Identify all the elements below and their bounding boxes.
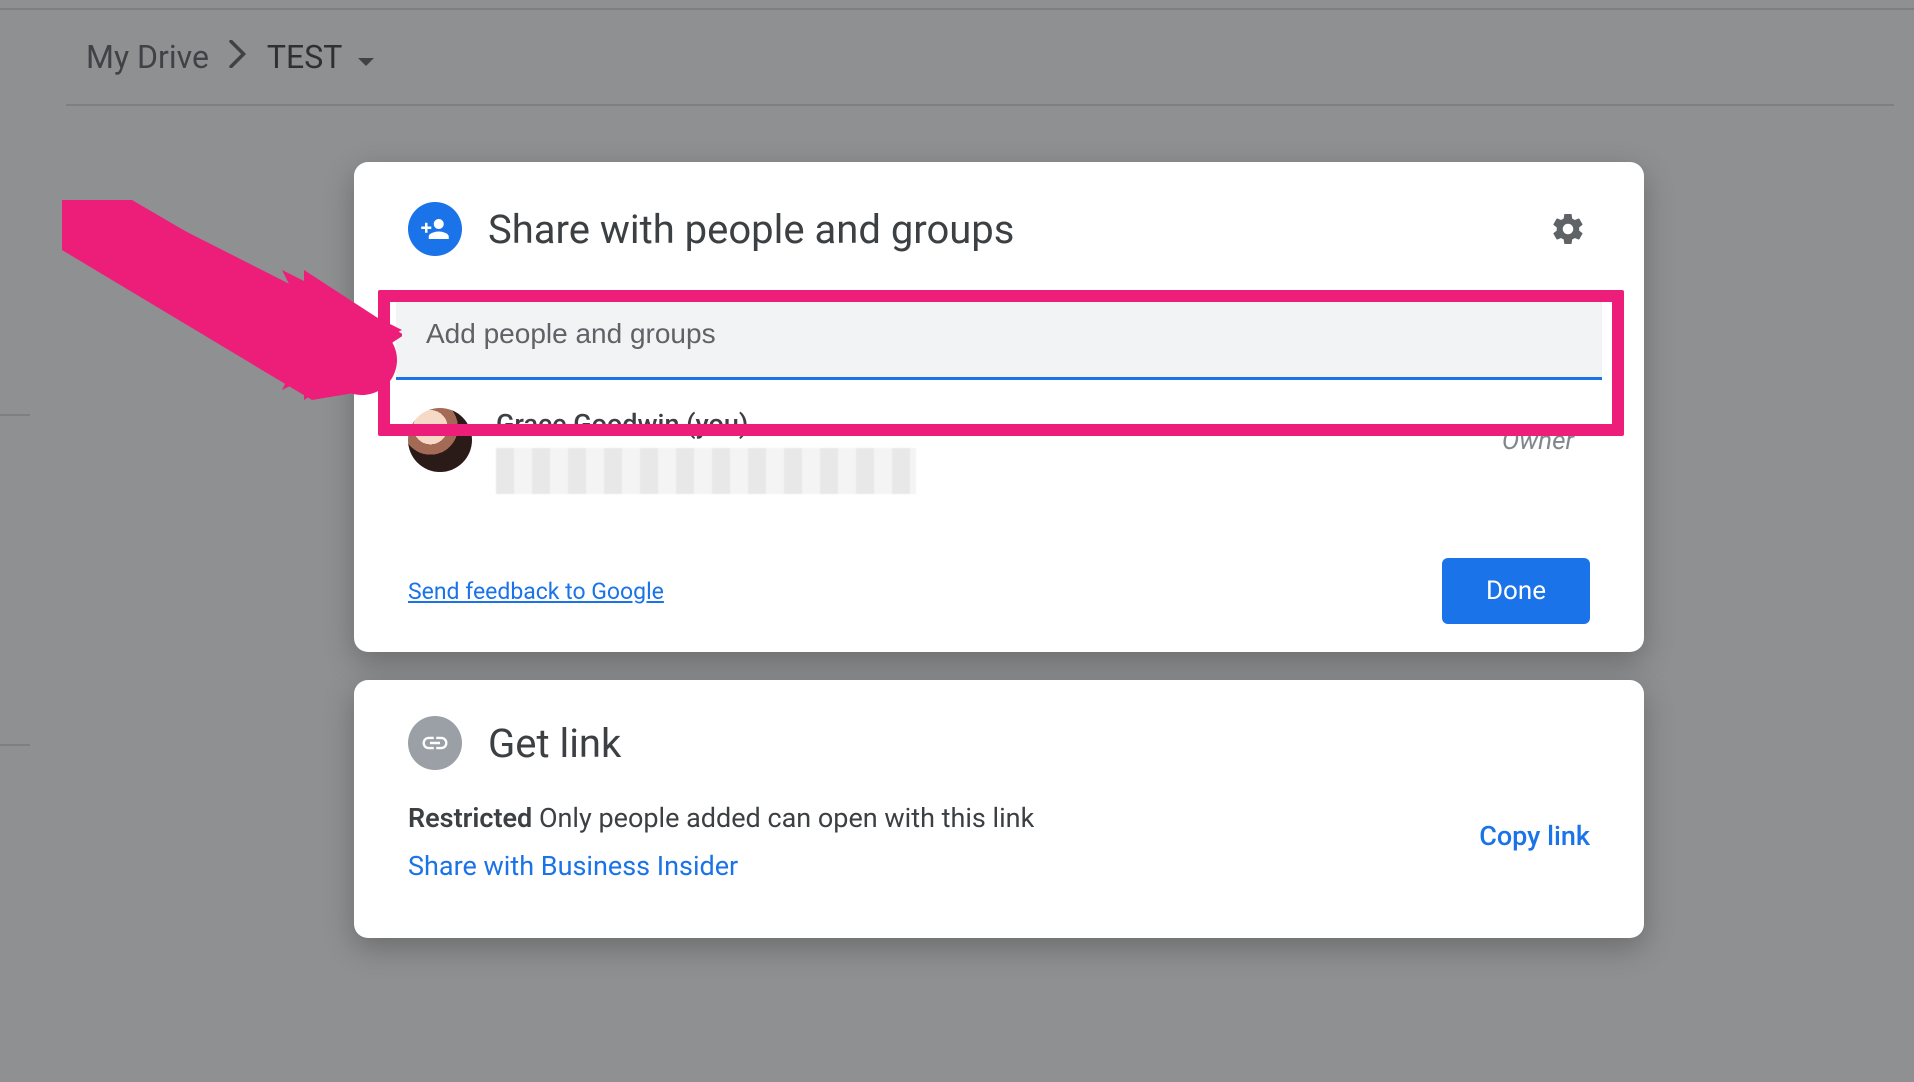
copy-link-button[interactable]: Copy link xyxy=(1479,798,1590,852)
owner-name: Grace Goodwin (you) xyxy=(496,408,1478,440)
get-link-title: Get link xyxy=(488,720,1590,767)
owner-role: Owner xyxy=(1502,408,1574,456)
owner-row: Grace Goodwin (you) Owner xyxy=(354,380,1644,494)
send-feedback-link[interactable]: Send feedback to Google xyxy=(408,578,664,605)
settings-button[interactable] xyxy=(1546,207,1590,251)
person-add-icon xyxy=(408,202,462,256)
share-dialog: Share with people and groups Grace Goodw… xyxy=(354,162,1644,652)
get-link-dialog: Get link Restricted Only people added ca… xyxy=(354,680,1644,938)
gear-icon xyxy=(1550,211,1586,247)
share-with-org-link[interactable]: Share with Business Insider xyxy=(408,846,1034,888)
avatar xyxy=(408,408,472,472)
link-icon xyxy=(408,716,462,770)
share-dialog-title: Share with people and groups xyxy=(488,206,1520,253)
done-button[interactable]: Done xyxy=(1442,558,1590,624)
add-people-input[interactable] xyxy=(426,318,1572,350)
add-people-field-wrap[interactable] xyxy=(396,290,1602,380)
owner-email-redacted xyxy=(496,448,916,494)
link-restriction-text: Restricted Only people added can open wi… xyxy=(408,798,1034,888)
